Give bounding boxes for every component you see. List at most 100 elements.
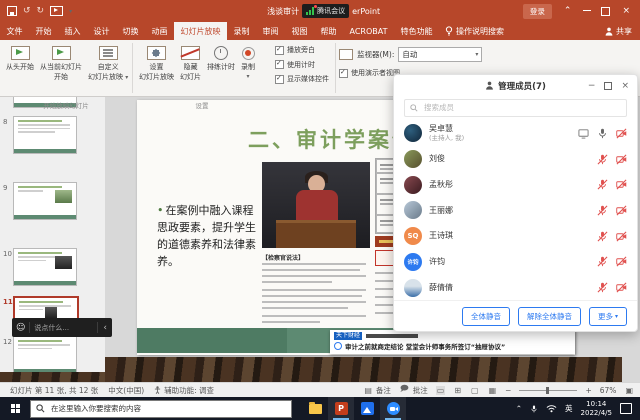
accessibility-status[interactable]: 辅助功能: 调查: [154, 385, 214, 396]
panel-minimize-button[interactable]: −: [588, 81, 596, 91]
unmute-all-button[interactable]: 解除全体静音: [518, 307, 581, 326]
mic-off-icon[interactable]: [597, 256, 608, 267]
tab-slideshow[interactable]: 幻灯片放映: [174, 22, 227, 40]
narration-checkbox[interactable]: 播放旁白: [275, 45, 329, 55]
camera-off-icon[interactable]: [616, 154, 627, 165]
zoom-out-button[interactable]: −: [505, 386, 511, 395]
from-current-slide-button[interactable]: 从当前幻灯片 开始: [37, 43, 85, 84]
record-button[interactable]: 录制 ▾: [238, 43, 258, 83]
mic-off-icon[interactable]: [597, 282, 608, 293]
qat-dropdown-icon[interactable]: ▾: [69, 8, 72, 15]
login-button[interactable]: 登录: [523, 4, 552, 19]
language-button[interactable]: 中文(中国): [108, 385, 144, 396]
hide-slide-button[interactable]: 隐藏 幻灯片: [177, 43, 204, 84]
minimize-button[interactable]: [583, 10, 591, 11]
save-icon[interactable]: [7, 6, 17, 16]
screen-share-icon[interactable]: [578, 128, 589, 139]
taskbar-search-input[interactable]: [49, 403, 286, 414]
mute-all-button[interactable]: 全体静音: [462, 307, 510, 326]
powerpoint-icon[interactable]: P: [328, 397, 354, 420]
panel-maximize-button[interactable]: [604, 82, 612, 90]
monitor-dropdown[interactable]: 自动▾: [398, 47, 482, 62]
slide-thumbnail-8[interactable]: [13, 116, 77, 154]
start-button[interactable]: [0, 397, 30, 420]
taskbar-search[interactable]: [30, 400, 292, 418]
member-row[interactable]: 薛倩倩: [394, 275, 637, 301]
clock[interactable]: 10:14 2022/4/5: [581, 400, 612, 418]
meeting-floating-widget[interactable]: 腾讯会议: [302, 4, 349, 18]
slide-video-frame[interactable]: [262, 162, 370, 248]
undo-icon[interactable]: ↺: [23, 6, 31, 16]
wifi-icon[interactable]: [546, 404, 557, 413]
tab-design[interactable]: 设计: [87, 22, 116, 40]
fit-to-window-button[interactable]: ▣: [624, 386, 634, 395]
slide-thumbnail-12[interactable]: [13, 336, 77, 374]
mic-off-icon[interactable]: [597, 231, 608, 242]
tab-animations[interactable]: 动画: [145, 22, 174, 40]
notification-center-button[interactable]: [620, 403, 632, 414]
zoom-in-button[interactable]: +: [585, 386, 591, 395]
timings-checkbox[interactable]: 使用计时: [275, 60, 329, 70]
zoom-slider[interactable]: [519, 390, 577, 391]
chat-input[interactable]: 说点什么...: [30, 323, 97, 333]
notes-button[interactable]: ▤备注: [363, 385, 391, 396]
mic-icon[interactable]: [597, 128, 608, 139]
tab-acrobat[interactable]: ACROBAT: [343, 22, 394, 40]
emoji-icon[interactable]: ☺: [16, 323, 25, 333]
photos-icon[interactable]: [354, 397, 380, 420]
comments-button[interactable]: 🗩批注: [399, 383, 428, 397]
tab-file[interactable]: 文件: [0, 22, 29, 40]
tray-expand-icon[interactable]: ⌃: [516, 404, 522, 413]
camera-off-icon[interactable]: [616, 179, 627, 190]
close-button[interactable]: ×: [620, 7, 632, 16]
camera-off-icon[interactable]: [616, 128, 627, 139]
member-row[interactable]: 刘俊: [394, 146, 637, 172]
normal-view-button[interactable]: ▭: [436, 386, 446, 395]
tray-mic-icon[interactable]: [530, 404, 538, 414]
tab-home[interactable]: 开始: [29, 22, 58, 40]
file-explorer-icon[interactable]: [302, 397, 328, 420]
tab-review[interactable]: 审阅: [256, 22, 285, 40]
redo-icon[interactable]: ↻: [37, 6, 45, 16]
tell-me-search[interactable]: 操作说明搜索: [439, 22, 510, 40]
zoom-percentage[interactable]: 67%: [600, 386, 617, 395]
camera-off-icon[interactable]: [616, 282, 627, 293]
slideshow-icon[interactable]: [50, 6, 63, 16]
tab-help[interactable]: 帮助: [314, 22, 343, 40]
member-row[interactable]: SQ 王诗琪: [394, 223, 637, 249]
member-row[interactable]: 孟秋彤: [394, 172, 637, 198]
member-search-input[interactable]: [422, 102, 621, 113]
maximize-button[interactable]: [601, 7, 610, 16]
member-search-box[interactable]: [404, 99, 627, 117]
member-row[interactable]: 吴卓慧(主持人, 我): [394, 121, 637, 147]
slide-bullet-text[interactable]: •在案例中融入课程思政要素，提升学生的道德素养和法律素养。: [157, 202, 263, 270]
member-row[interactable]: 许钧 许钧: [394, 249, 637, 275]
mic-off-icon[interactable]: [597, 205, 608, 216]
mic-off-icon[interactable]: [597, 154, 608, 165]
setup-slideshow-button[interactable]: 设置 幻灯片放映: [136, 43, 177, 84]
camera-off-icon[interactable]: [616, 205, 627, 216]
meeting-chat-widget[interactable]: ☺ 说点什么... ‹: [12, 318, 112, 337]
slide-sorter-view-button[interactable]: ⊞: [453, 386, 462, 395]
tab-view[interactable]: 视图: [285, 22, 314, 40]
mic-off-icon[interactable]: [597, 179, 608, 190]
rehearse-timings-button[interactable]: 排练计时: [204, 43, 238, 73]
ime-indicator[interactable]: 英: [565, 403, 573, 414]
slideshow-view-button[interactable]: ▦: [488, 386, 498, 395]
panel-close-button[interactable]: ×: [621, 81, 629, 91]
zoom-slider-thumb[interactable]: [546, 387, 549, 394]
slide-thumbnail-9[interactable]: [13, 182, 77, 220]
camera-off-icon[interactable]: [616, 231, 627, 242]
from-beginning-button[interactable]: 从头开始: [3, 43, 37, 73]
tab-features[interactable]: 特色功能: [394, 22, 439, 40]
tencent-meeting-icon[interactable]: [380, 397, 406, 420]
share-button[interactable]: 共享: [597, 22, 640, 40]
tab-record[interactable]: 录制: [227, 22, 256, 40]
ribbon-display-button[interactable]: ⌃: [562, 7, 574, 16]
slide-thumbnail-10[interactable]: [13, 248, 77, 286]
tab-insert[interactable]: 插入: [58, 22, 87, 40]
member-row[interactable]: 王丽娜: [394, 198, 637, 224]
camera-off-icon[interactable]: [616, 256, 627, 267]
more-button[interactable]: 更多▾: [589, 307, 627, 326]
tab-transitions[interactable]: 切换: [116, 22, 145, 40]
